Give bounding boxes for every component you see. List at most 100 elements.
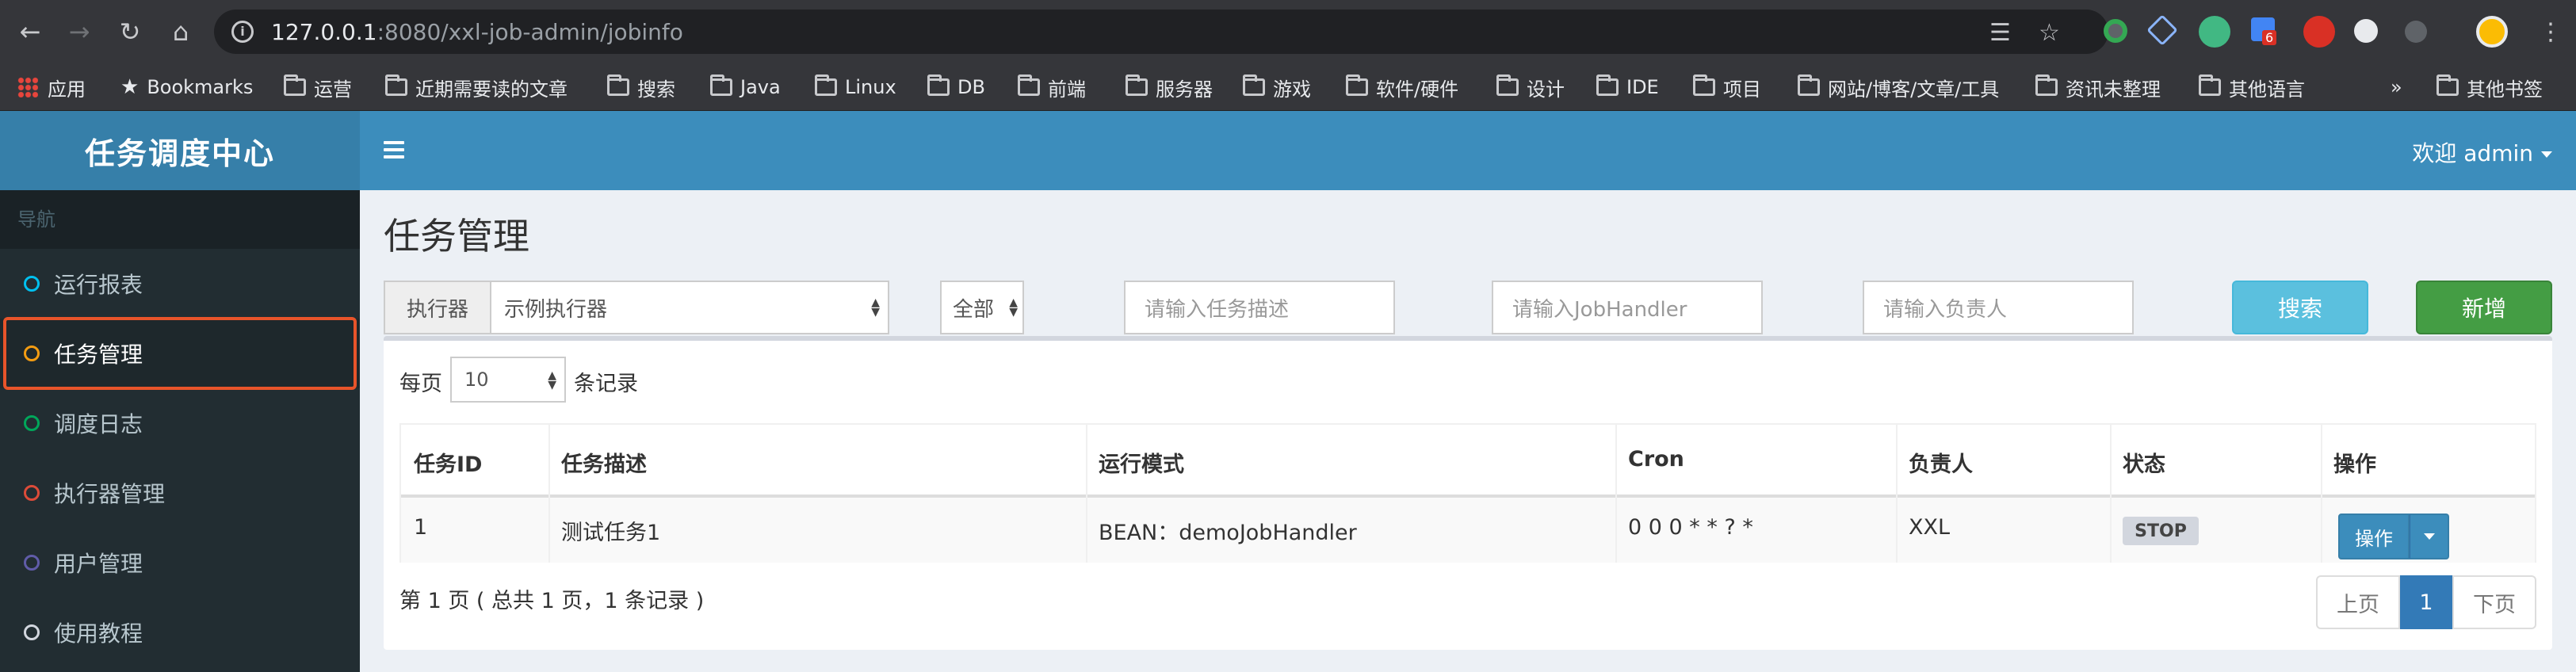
extension-vue-icon[interactable] xyxy=(2199,16,2230,48)
executor-select[interactable]: 示例执行器 ▲ ▼ xyxy=(490,281,889,334)
chrome-menu-icon[interactable]: ⋮ xyxy=(2533,14,2568,49)
bookmark-folder-search[interactable]: 搜索 xyxy=(607,73,675,101)
job-desc-input[interactable]: 请输入任务描述 xyxy=(1124,281,1395,334)
actions-button[interactable]: 操作 xyxy=(2338,514,2410,559)
sidebar-item-report[interactable]: 运行报表 xyxy=(0,249,360,319)
actions-dropdown-toggle[interactable] xyxy=(2410,514,2449,559)
folder-icon xyxy=(1798,74,1820,96)
bookmark-folder-ide[interactable]: IDE xyxy=(1596,73,1659,101)
folder-icon xyxy=(1596,74,1619,96)
site-info-icon[interactable]: i xyxy=(231,21,254,43)
bookmark-folder-projects[interactable]: 项目 xyxy=(1693,73,1761,101)
sidebar-item-logs[interactable]: 调度日志 xyxy=(0,388,360,458)
user-greeting: 欢迎 admin xyxy=(2412,140,2533,166)
bookmark-folder-linux[interactable]: Linux xyxy=(815,73,896,101)
author-input[interactable]: 请输入负责人 xyxy=(1863,281,2134,334)
header-author[interactable]: 负责人 xyxy=(1909,447,1973,478)
column-divider xyxy=(548,425,550,563)
browser-url-row: ← → ↻ ⌂ i 127.0.0.1:8080/xxl-job-admin/j… xyxy=(0,0,2576,63)
header-job-desc[interactable]: 任务描述 xyxy=(561,447,647,478)
bookmark-bookmarks[interactable]: ★ Bookmarks xyxy=(120,73,253,101)
job-table: 任务ID 任务描述 运行模式 Cron 负责人 状态 操作 1 测试任务1 BE… xyxy=(399,423,2536,563)
bookmark-folder-sites[interactable]: 网站/博客/文章/工具 xyxy=(1798,73,1999,101)
cell-author: XXL xyxy=(1909,515,1951,540)
extension-badge: 6 xyxy=(2262,30,2277,45)
sidebar-toggle-icon[interactable] xyxy=(384,141,404,158)
user-menu[interactable]: 欢迎 admin xyxy=(2412,136,2552,168)
circle-icon xyxy=(24,624,40,640)
bookmarks-overflow[interactable]: » xyxy=(2391,73,2402,101)
header-cron[interactable]: Cron xyxy=(1628,447,1684,472)
table-row xyxy=(401,494,2535,563)
forward-icon[interactable]: → xyxy=(62,14,97,49)
bookmark-star-icon[interactable]: ☆ xyxy=(2039,19,2060,47)
column-divider xyxy=(1615,425,1617,563)
folder-icon xyxy=(1243,74,1265,96)
status-select[interactable]: 全部 ▲ ▼ xyxy=(940,281,1024,334)
apps-grid-icon xyxy=(17,77,38,97)
bookmark-folder-games[interactable]: 游戏 xyxy=(1243,73,1311,101)
folder-icon xyxy=(284,74,306,96)
bookmark-folder-articles[interactable]: 近期需要读的文章 xyxy=(385,73,568,101)
folder-icon xyxy=(2436,74,2459,96)
page-1-button[interactable]: 1 xyxy=(2400,575,2452,629)
folder-icon xyxy=(2035,74,2058,96)
url-text[interactable]: 127.0.0.1:8080/xxl-job-admin/jobinfo xyxy=(271,19,683,45)
extension-dropper-icon[interactable] xyxy=(2405,21,2427,43)
reader-mode-icon[interactable]: ☰ xyxy=(1989,19,2011,47)
extension-green-icon[interactable] xyxy=(2104,19,2127,43)
header-status[interactable]: 状态 xyxy=(2123,447,2165,478)
extension-grid-icon[interactable]: 6 xyxy=(2251,17,2277,45)
select-arrows-icon: ▲ ▼ xyxy=(1009,296,1018,319)
circle-icon xyxy=(24,485,40,501)
status-badge: STOP xyxy=(2123,517,2199,545)
per-page-select[interactable]: 10 ▲ ▼ xyxy=(450,357,566,403)
bookmark-folder-design[interactable]: 设计 xyxy=(1496,73,1565,101)
home-icon[interactable]: ⌂ xyxy=(163,14,198,49)
folder-icon xyxy=(1346,74,1368,96)
header-run-mode[interactable]: 运行模式 xyxy=(1099,447,1184,478)
select-arrows-icon: ▲ ▼ xyxy=(548,369,556,391)
folder-icon xyxy=(815,74,837,96)
cell-job-id: 1 xyxy=(414,515,428,540)
logo[interactable]: 任务调度中心 xyxy=(0,111,360,190)
bookmarks-bar: 应用 ★ Bookmarks 运营 近期需要读的文章 搜索 Java Linux … xyxy=(0,63,2576,111)
bookmark-folder-frontend[interactable]: 前端 xyxy=(1018,73,1086,101)
sidebar-item-users[interactable]: 用户管理 xyxy=(0,528,360,598)
logo-text: 任务调度中心 xyxy=(84,136,275,171)
job-table-box: 每页 10 ▲ ▼ 条记录 任务ID 任务描述 运行模式 Cron 负责人 状态 … xyxy=(384,336,2552,650)
profile-avatar[interactable] xyxy=(2476,16,2508,48)
folder-icon xyxy=(1018,74,1040,96)
extension-diamond-icon[interactable] xyxy=(2146,14,2178,46)
sidebar-item-executors[interactable]: 执行器管理 xyxy=(0,458,360,528)
bookmark-folder-ops[interactable]: 运营 xyxy=(284,73,352,101)
bookmark-folder-server[interactable]: 服务器 xyxy=(1126,73,1213,101)
extension-face-icon[interactable] xyxy=(2354,19,2378,43)
bookmark-folder-software[interactable]: 软件/硬件 xyxy=(1346,73,1458,101)
bookmark-folder-db[interactable]: DB xyxy=(927,73,985,101)
extension-red-icon[interactable] xyxy=(2303,16,2335,48)
bookmark-apps[interactable]: 应用 xyxy=(17,73,86,101)
header-job-id[interactable]: 任务ID xyxy=(414,447,482,478)
cell-job-desc: 测试任务1 xyxy=(561,521,661,545)
prev-page-button[interactable]: 上页 xyxy=(2316,575,2400,629)
bookmark-folder-news[interactable]: 资讯未整理 xyxy=(2035,73,2161,101)
reload-icon[interactable]: ↻ xyxy=(113,14,147,49)
bookmark-folder-langs[interactable]: 其他语言 xyxy=(2199,73,2305,101)
back-icon[interactable]: ← xyxy=(13,14,48,49)
address-bar[interactable]: i 127.0.0.1:8080/xxl-job-admin/jobinfo ☰… xyxy=(214,10,2108,54)
next-page-button[interactable]: 下页 xyxy=(2452,575,2536,629)
executor-label: 执行器 xyxy=(384,281,491,334)
add-job-button[interactable]: 新增 xyxy=(2416,281,2552,334)
sidebar-item-help[interactable]: 使用教程 xyxy=(0,598,360,667)
active-item-highlight xyxy=(3,317,357,390)
folder-icon xyxy=(607,74,629,96)
circle-icon xyxy=(24,276,40,292)
bookmark-folder-other[interactable]: 其他书签 xyxy=(2436,73,2543,101)
search-button[interactable]: 搜索 xyxy=(2232,281,2368,334)
job-handler-input[interactable]: 请输入JobHandler xyxy=(1492,281,1763,334)
column-divider xyxy=(2321,425,2322,563)
bookmark-folder-java[interactable]: Java xyxy=(710,73,781,101)
circle-icon xyxy=(24,415,40,431)
pagination-info: 第 1 页 ( 总共 1 页，1 条记录 ) xyxy=(399,589,705,613)
